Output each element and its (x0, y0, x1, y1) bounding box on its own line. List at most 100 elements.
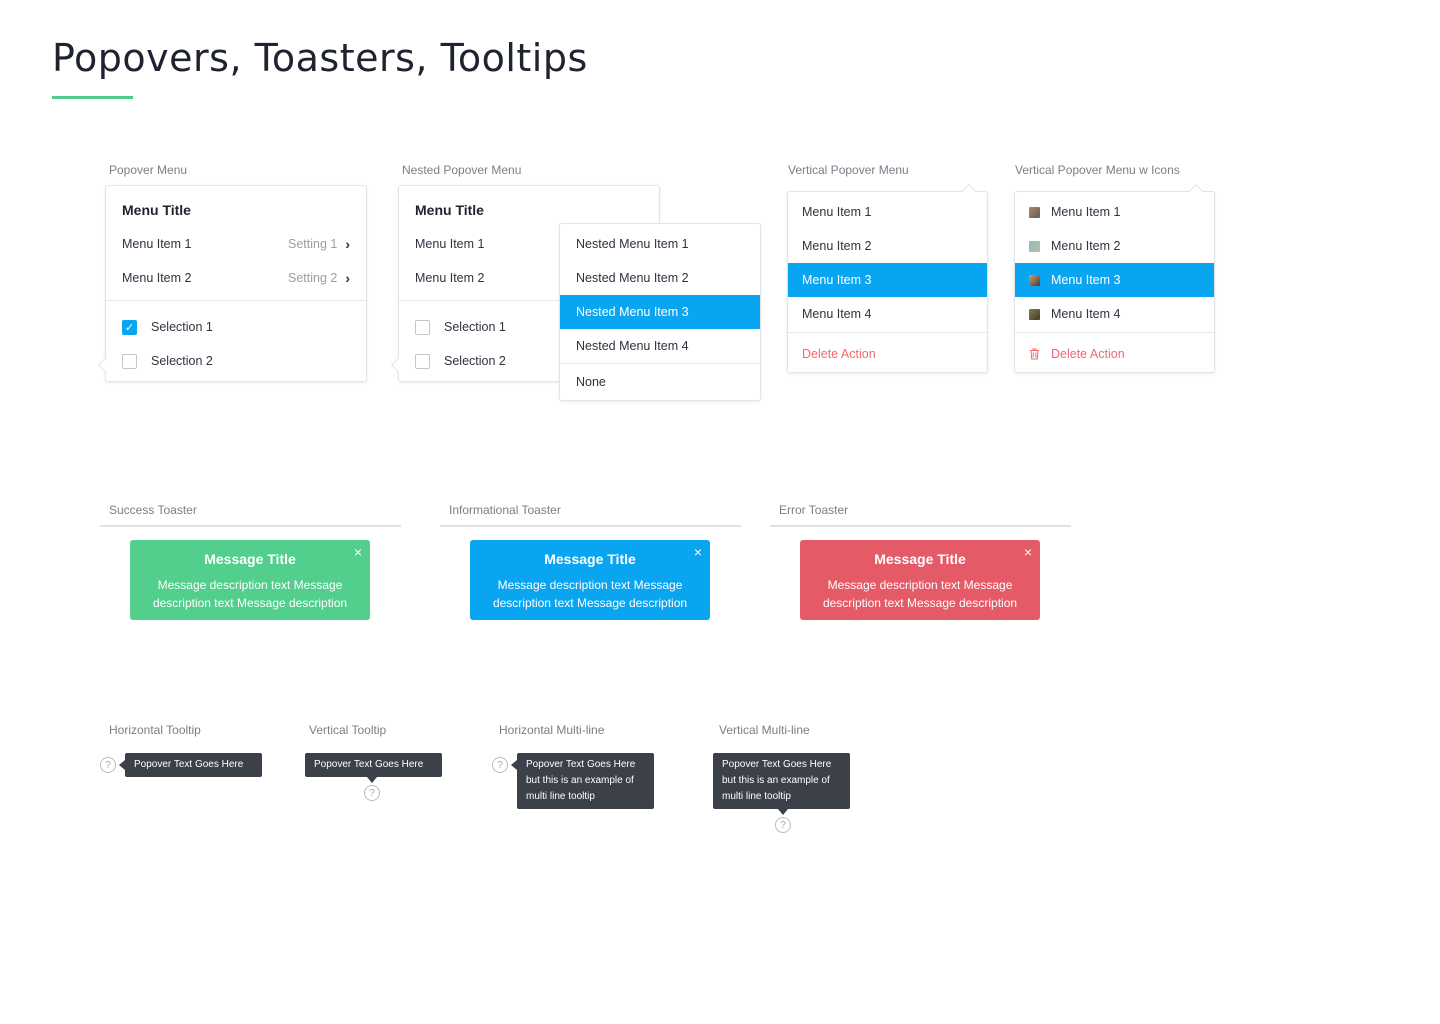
section-underline (770, 525, 1071, 527)
tooltip-arrow (778, 809, 788, 815)
error-toaster-label: Error Toaster (779, 503, 849, 517)
nested-item-label: Nested Menu Item 2 (576, 271, 689, 285)
title-underline (52, 96, 133, 99)
vertical-popover-menu-icons-label: Vertical Popover Menu w Icons (1015, 163, 1180, 177)
divider (788, 332, 987, 333)
vertical-menu-item[interactable]: Menu Item 4 (788, 297, 987, 331)
icon-menu-item[interactable]: Menu Item 1 (1015, 195, 1214, 229)
nested-menu-title: Menu Title (415, 202, 484, 218)
horizontal-multiline-tooltip: Popover Text Goes Here but this is an ex… (517, 753, 654, 809)
popover-menu-item[interactable]: Menu Item 1 Setting 1 › (106, 227, 366, 261)
error-toaster: × Message Title Message description text… (800, 540, 1040, 620)
checkbox-unchecked[interactable] (415, 319, 430, 335)
checkbox-unchecked[interactable] (415, 353, 430, 369)
delete-action[interactable]: Delete Action (1015, 337, 1214, 371)
informational-toaster: × Message Title Message description text… (470, 540, 710, 620)
section-underline (100, 525, 401, 527)
menu-item-label: Menu Item 1 (122, 237, 192, 251)
divider (106, 300, 366, 301)
tooltip-line: multi line tooltip (526, 791, 595, 802)
image-thumbnail-icon (1029, 240, 1040, 252)
nested-menu-item[interactable]: Nested Menu Item 2 (560, 261, 760, 295)
image-thumbnail-icon (1029, 274, 1040, 286)
vertical-menu-item-selected[interactable]: Menu Item 3 (788, 263, 987, 297)
help-icon[interactable]: ? (492, 757, 508, 773)
popover-menu: Menu Title Menu Item 1 Setting 1 › Menu … (97, 185, 367, 382)
image-thumbnail-icon (1029, 206, 1040, 218)
tooltip-arrow (367, 777, 377, 783)
success-toaster-label: Success Toaster (109, 503, 197, 517)
tooltip-line: but this is an example of (722, 775, 830, 786)
selection-row[interactable]: ✓ Selection 1 (106, 310, 366, 344)
delete-action-label: Delete Action (1051, 347, 1125, 361)
selection-row[interactable]: Selection 2 (106, 344, 366, 378)
icon-menu-item[interactable]: Menu Item 4 (1015, 297, 1214, 331)
nested-submenu: Nested Menu Item 1 Nested Menu Item 2 Ne… (559, 223, 761, 401)
help-icon[interactable]: ? (100, 757, 116, 773)
chevron-right-icon: › (345, 270, 350, 286)
vertical-menu-item[interactable]: Menu Item 2 (788, 229, 987, 263)
horizontal-tooltip-label: Horizontal Tooltip (109, 723, 201, 737)
tooltip-line: Popover Text Goes Here (722, 759, 832, 770)
nested-item-label: Nested Menu Item 1 (576, 237, 689, 251)
setting-label: Setting 1 (287, 237, 338, 251)
toaster-description: Message description text Message descrip… (822, 578, 1018, 610)
selection-label: Selection 1 (444, 320, 506, 334)
vertical-popover-menu-icons: Menu Item 1 Menu Item 2 Menu Item 3 Menu… (1014, 183, 1215, 373)
section-underline (440, 525, 741, 527)
vertical-tooltip: Popover Text Goes Here (305, 753, 442, 777)
chevron-right-icon: › (345, 236, 350, 252)
tooltip-line: Popover Text Goes Here (526, 759, 636, 770)
divider (560, 363, 760, 364)
page-title: Popovers, Toasters, Tooltips (52, 36, 588, 80)
menu-item-label: Menu Item 1 (802, 205, 872, 219)
delete-action-label: Delete Action (802, 347, 876, 361)
vertical-popover-menu-label: Vertical Popover Menu (788, 163, 909, 177)
popover-menu-label: Popover Menu (109, 163, 188, 177)
success-toaster: × Message Title Message description text… (130, 540, 370, 620)
none-label: None (576, 375, 606, 389)
horizontal-tooltip: Popover Text Goes Here (125, 753, 262, 777)
popover-menu-title: Menu Title (122, 202, 191, 218)
divider (1015, 332, 1214, 333)
informational-toaster-label: Informational Toaster (449, 503, 561, 517)
trash-icon (1029, 348, 1040, 360)
setting-label: Setting 2 (287, 271, 338, 285)
icon-menu-item[interactable]: Menu Item 2 (1015, 229, 1214, 263)
checkbox-checked[interactable]: ✓ (122, 319, 137, 335)
vertical-tooltip-label: Vertical Tooltip (309, 723, 387, 737)
tooltip-line: multi line tooltip (722, 791, 791, 802)
menu-item-label: Menu Item 4 (1051, 307, 1121, 321)
image-thumbnail-icon (1029, 308, 1040, 320)
vertical-popover-menu: Menu Item 1 Menu Item 2 Menu Item 3 Menu… (787, 183, 988, 373)
nested-menu-none[interactable]: None (560, 365, 760, 399)
menu-item-label: Menu Item 2 (122, 271, 192, 285)
popover-menu-item[interactable]: Menu Item 2 Setting 2 › (106, 261, 366, 295)
menu-item-label: Menu Item 2 (1051, 239, 1121, 253)
help-icon[interactable]: ? (775, 817, 791, 833)
menu-item-label: Menu Item 3 (1051, 273, 1121, 287)
delete-action[interactable]: Delete Action (788, 337, 987, 371)
icon-menu-item-selected[interactable]: Menu Item 3 (1015, 263, 1214, 297)
nested-menu-item[interactable]: Nested Menu Item 1 (560, 227, 760, 261)
nested-item-label: Nested Menu Item 4 (576, 339, 689, 353)
setting-value: Setting 1 › (288, 236, 350, 252)
selection-label: Selection 1 (151, 320, 213, 334)
setting-value: Setting 2 › (288, 270, 350, 286)
vertical-multiline-label: Vertical Multi-line (719, 723, 810, 737)
horizontal-multiline-label: Horizontal Multi-line (499, 723, 605, 737)
toaster-description: Message description text Message descrip… (152, 578, 348, 610)
menu-item-label: Menu Item 2 (802, 239, 872, 253)
vertical-menu-item[interactable]: Menu Item 1 (788, 195, 987, 229)
nested-popover-menu-label: Nested Popover Menu (402, 163, 522, 177)
vertical-multiline-tooltip: Popover Text Goes Here but this is an ex… (713, 753, 850, 809)
menu-item-label: Menu Item 1 (1051, 205, 1121, 219)
help-icon[interactable]: ? (364, 785, 380, 801)
nested-menu-item[interactable]: Nested Menu Item 4 (560, 329, 760, 363)
toaster-description: Message description text Message descrip… (492, 578, 688, 610)
menu-item-label: Menu Item 2 (415, 271, 485, 285)
tooltip-line: but this is an example of (526, 775, 634, 786)
toaster-title: Message Title (204, 551, 296, 567)
checkbox-unchecked[interactable] (122, 353, 137, 369)
nested-menu-item-selected[interactable]: Nested Menu Item 3 (560, 295, 760, 329)
